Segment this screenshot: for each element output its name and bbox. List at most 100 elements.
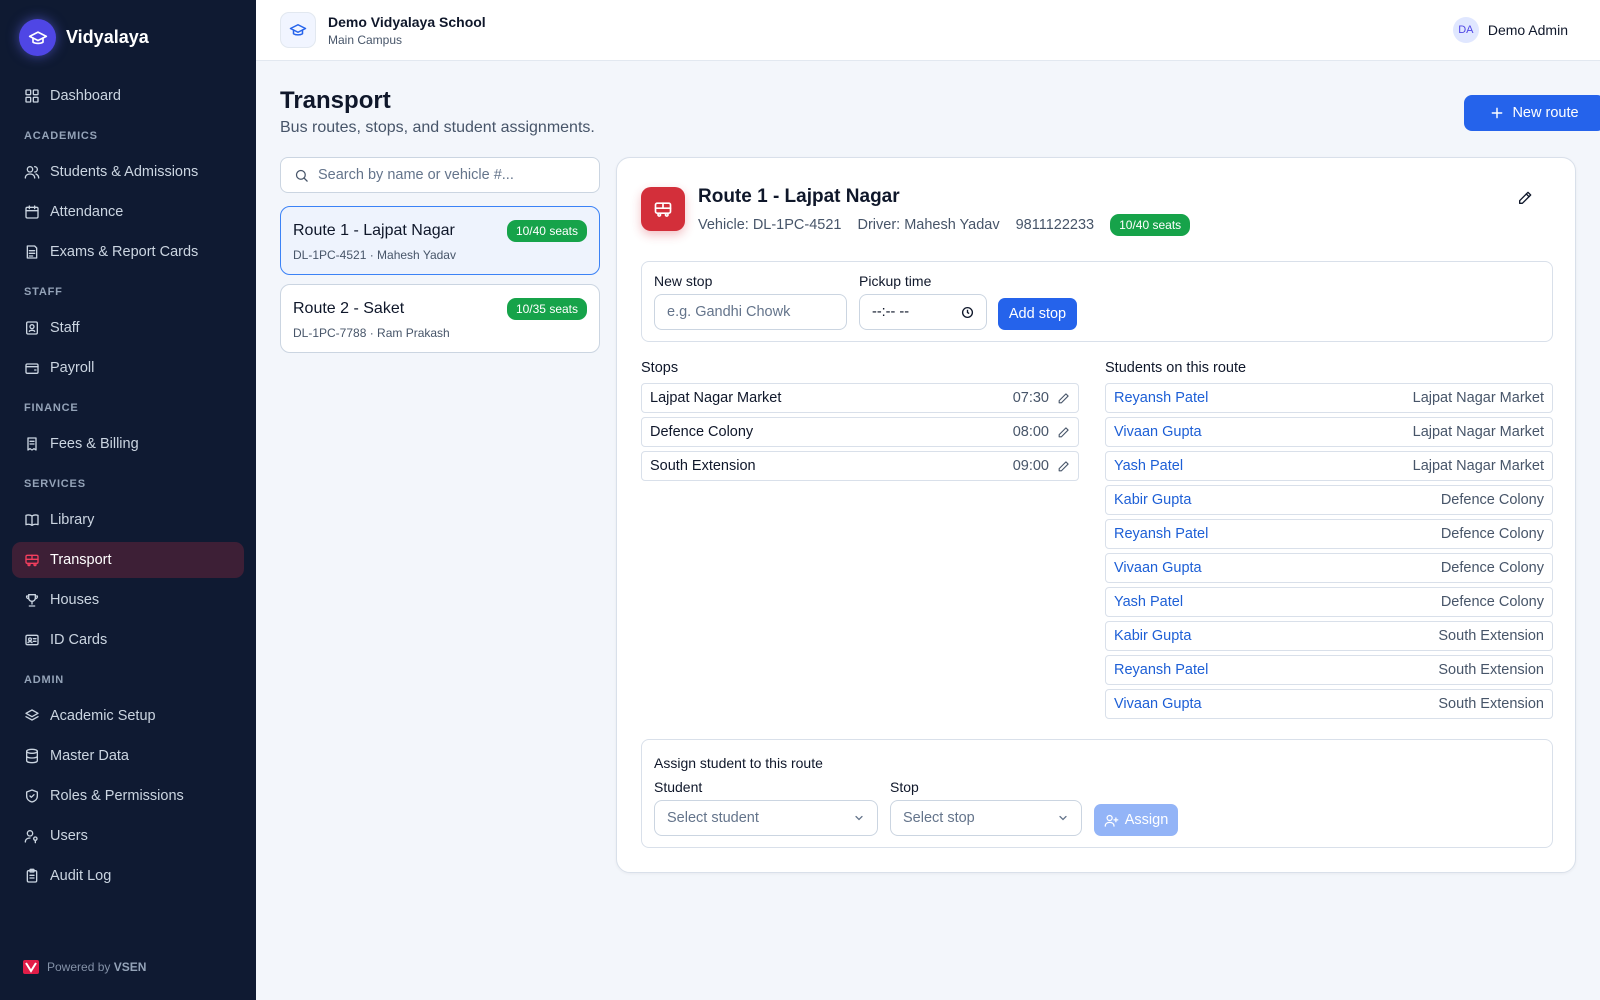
pencil-icon[interactable] [1057,392,1070,405]
student-name-link[interactable]: Reyansh Patel [1114,662,1438,678]
new-route-button[interactable]: New route [1464,95,1600,131]
sidebar-item-label: Academic Setup [50,708,156,724]
sidebar-section-academics: ACADEMICS [24,130,98,142]
sidebar-item-label: Houses [50,592,100,608]
report-icon [26,245,38,259]
student-stop: South Extension [1438,662,1544,678]
route-search [280,157,600,193]
student-name-link[interactable]: Kabir Gupta [1114,492,1441,508]
edit-route-button[interactable] [1517,190,1533,206]
stop-time: 09:00 [1012,458,1049,474]
student-name-link[interactable]: Reyansh Patel [1114,390,1413,406]
assign-student-form: Assign student to this route Student Sel… [641,739,1553,848]
route-driver: Driver: Mahesh Yadav [857,217,1000,233]
route-card-2[interactable]: Route 2 - Saket DL-1PC-7788 · Ram Prakas… [280,284,600,353]
sidebar-item-students-admissions[interactable]: Students & Admissions [12,154,244,190]
sidebar-item-houses[interactable]: Houses [12,582,244,618]
route-card-1[interactable]: Route 1 - Lajpat Nagar DL-1PC-4521 · Mah… [280,206,600,275]
stop-label: Stop [890,779,919,795]
student-row: Yash Patel Defence Colony [1105,587,1553,617]
calendar-icon [25,205,39,219]
sidebar-item-users[interactable]: Users [12,818,244,854]
student-row: Yash Patel Lajpat Nagar Market [1105,451,1553,481]
sidebar-item-dashboard[interactable]: Dashboard [12,78,244,114]
user-name: Demo Admin [1487,22,1568,38]
bus-icon [25,554,39,567]
seats-badge: 10/35 seats [506,298,587,320]
student-row: Reyansh Patel South Extension [1105,655,1553,685]
students-title: Students on this route [1105,360,1247,376]
user-key-icon [24,830,38,844]
student-stop: South Extension [1438,696,1544,712]
user-menu[interactable]: DA Demo Admin [1452,17,1568,43]
student-select-value: Select student [667,810,759,826]
student-stop: Defence Colony [1440,560,1544,576]
pencil-icon [1519,191,1532,204]
pickup-time-input[interactable]: --:-- -- [859,294,987,330]
sidebar-item-fees-billing[interactable]: Fees & Billing [12,426,244,462]
student-name-link[interactable]: Reyansh Patel [1114,526,1441,542]
sidebar-item-attendance[interactable]: Attendance [12,194,244,230]
clock-icon [961,306,974,318]
avatar: DA [1452,17,1479,43]
brand[interactable]: Vidyalaya [19,19,149,56]
new-stop-input[interactable]: e.g. Gandhi Chowk [654,294,847,330]
powered-by: Powered by VSEN [23,960,146,974]
bus-icon [641,187,685,231]
student-row: Kabir Gupta South Extension [1105,621,1553,651]
student-label: Student [654,779,703,795]
campus-name: Main Campus [328,33,403,47]
layers-icon [25,709,39,721]
sidebar-item-transport[interactable]: Transport [12,542,244,578]
stop-time: 08:00 [1012,424,1049,440]
sidebar-item-roles-permissions[interactable]: Roles & Permissions [12,778,244,814]
sidebar-item-academic-setup[interactable]: Academic Setup [12,698,244,734]
student-name-link[interactable]: Yash Patel [1114,458,1413,474]
sidebar-item-master-data[interactable]: Master Data [12,738,244,774]
sidebar-nav: Dashboard ACADEMICS Students & Admissions A… [12,78,244,898]
vsen-logo-icon [23,960,39,974]
wallet-icon [25,363,39,374]
student-row: Vivaan Gupta Defence Colony [1105,553,1553,583]
student-name-link[interactable]: Vivaan Gupta [1114,560,1441,576]
pencil-icon[interactable] [1057,426,1070,439]
sidebar-item-label: Staff [50,320,80,336]
route-vehicle: Vehicle: DL-1PC-4521 [698,217,842,233]
student-name-link[interactable]: Yash Patel [1114,594,1441,610]
search-input[interactable] [318,167,588,183]
sidebar-item-library[interactable]: Library [12,502,244,538]
school-cap-icon [280,12,316,48]
chevron-down-icon [855,815,863,821]
student-name-link[interactable]: Vivaan Gupta [1114,696,1438,712]
pencil-icon[interactable] [1057,460,1070,473]
student-stop: Lajpat Nagar Market [1412,458,1544,474]
receipt-icon [27,437,37,451]
sidebar-item-staff[interactable]: Staff [12,310,244,346]
student-row: Reyansh Patel Lajpat Nagar Market [1105,383,1553,413]
student-select[interactable]: Select student [654,800,878,836]
topbar: Demo Vidyalaya School Main Campus DA Dem… [256,0,1600,61]
school-name: Demo Vidyalaya School [328,14,486,30]
stop-name: South Extension [650,458,756,474]
sidebar-section-services: SERVICES [24,478,86,490]
dashboard-icon [25,89,39,103]
sidebar-section-staff: STAFF [24,286,63,298]
student-stop: Defence Colony [1440,492,1544,508]
stop-select[interactable]: Select stop [890,800,1082,836]
assign-button[interactable]: Assign [1094,804,1178,836]
sidebar-item-id-cards[interactable]: ID Cards [12,622,244,658]
stop-name: Lajpat Nagar Market [650,390,782,406]
sidebar-item-label: Master Data [50,748,129,764]
sidebar: Vidyalaya Dashboard ACADEMICS Students & A… [0,0,256,1000]
sidebar-item-exams-report-cards[interactable]: Exams & Report Cards [12,234,244,270]
database-icon [26,748,38,764]
student-stop: South Extension [1438,628,1544,644]
pickup-time-value: --:-- -- [872,304,910,320]
student-name-link[interactable]: Vivaan Gupta [1114,424,1413,440]
users-icon [24,166,40,179]
add-stop-button[interactable]: Add stop [998,298,1077,330]
sidebar-item-audit-log[interactable]: Audit Log [12,858,244,894]
sidebar-item-payroll[interactable]: Payroll [12,350,244,386]
route-vehicle-driver: DL-1PC-4521 · Mahesh Yadav [293,248,456,262]
student-name-link[interactable]: Kabir Gupta [1114,628,1438,644]
